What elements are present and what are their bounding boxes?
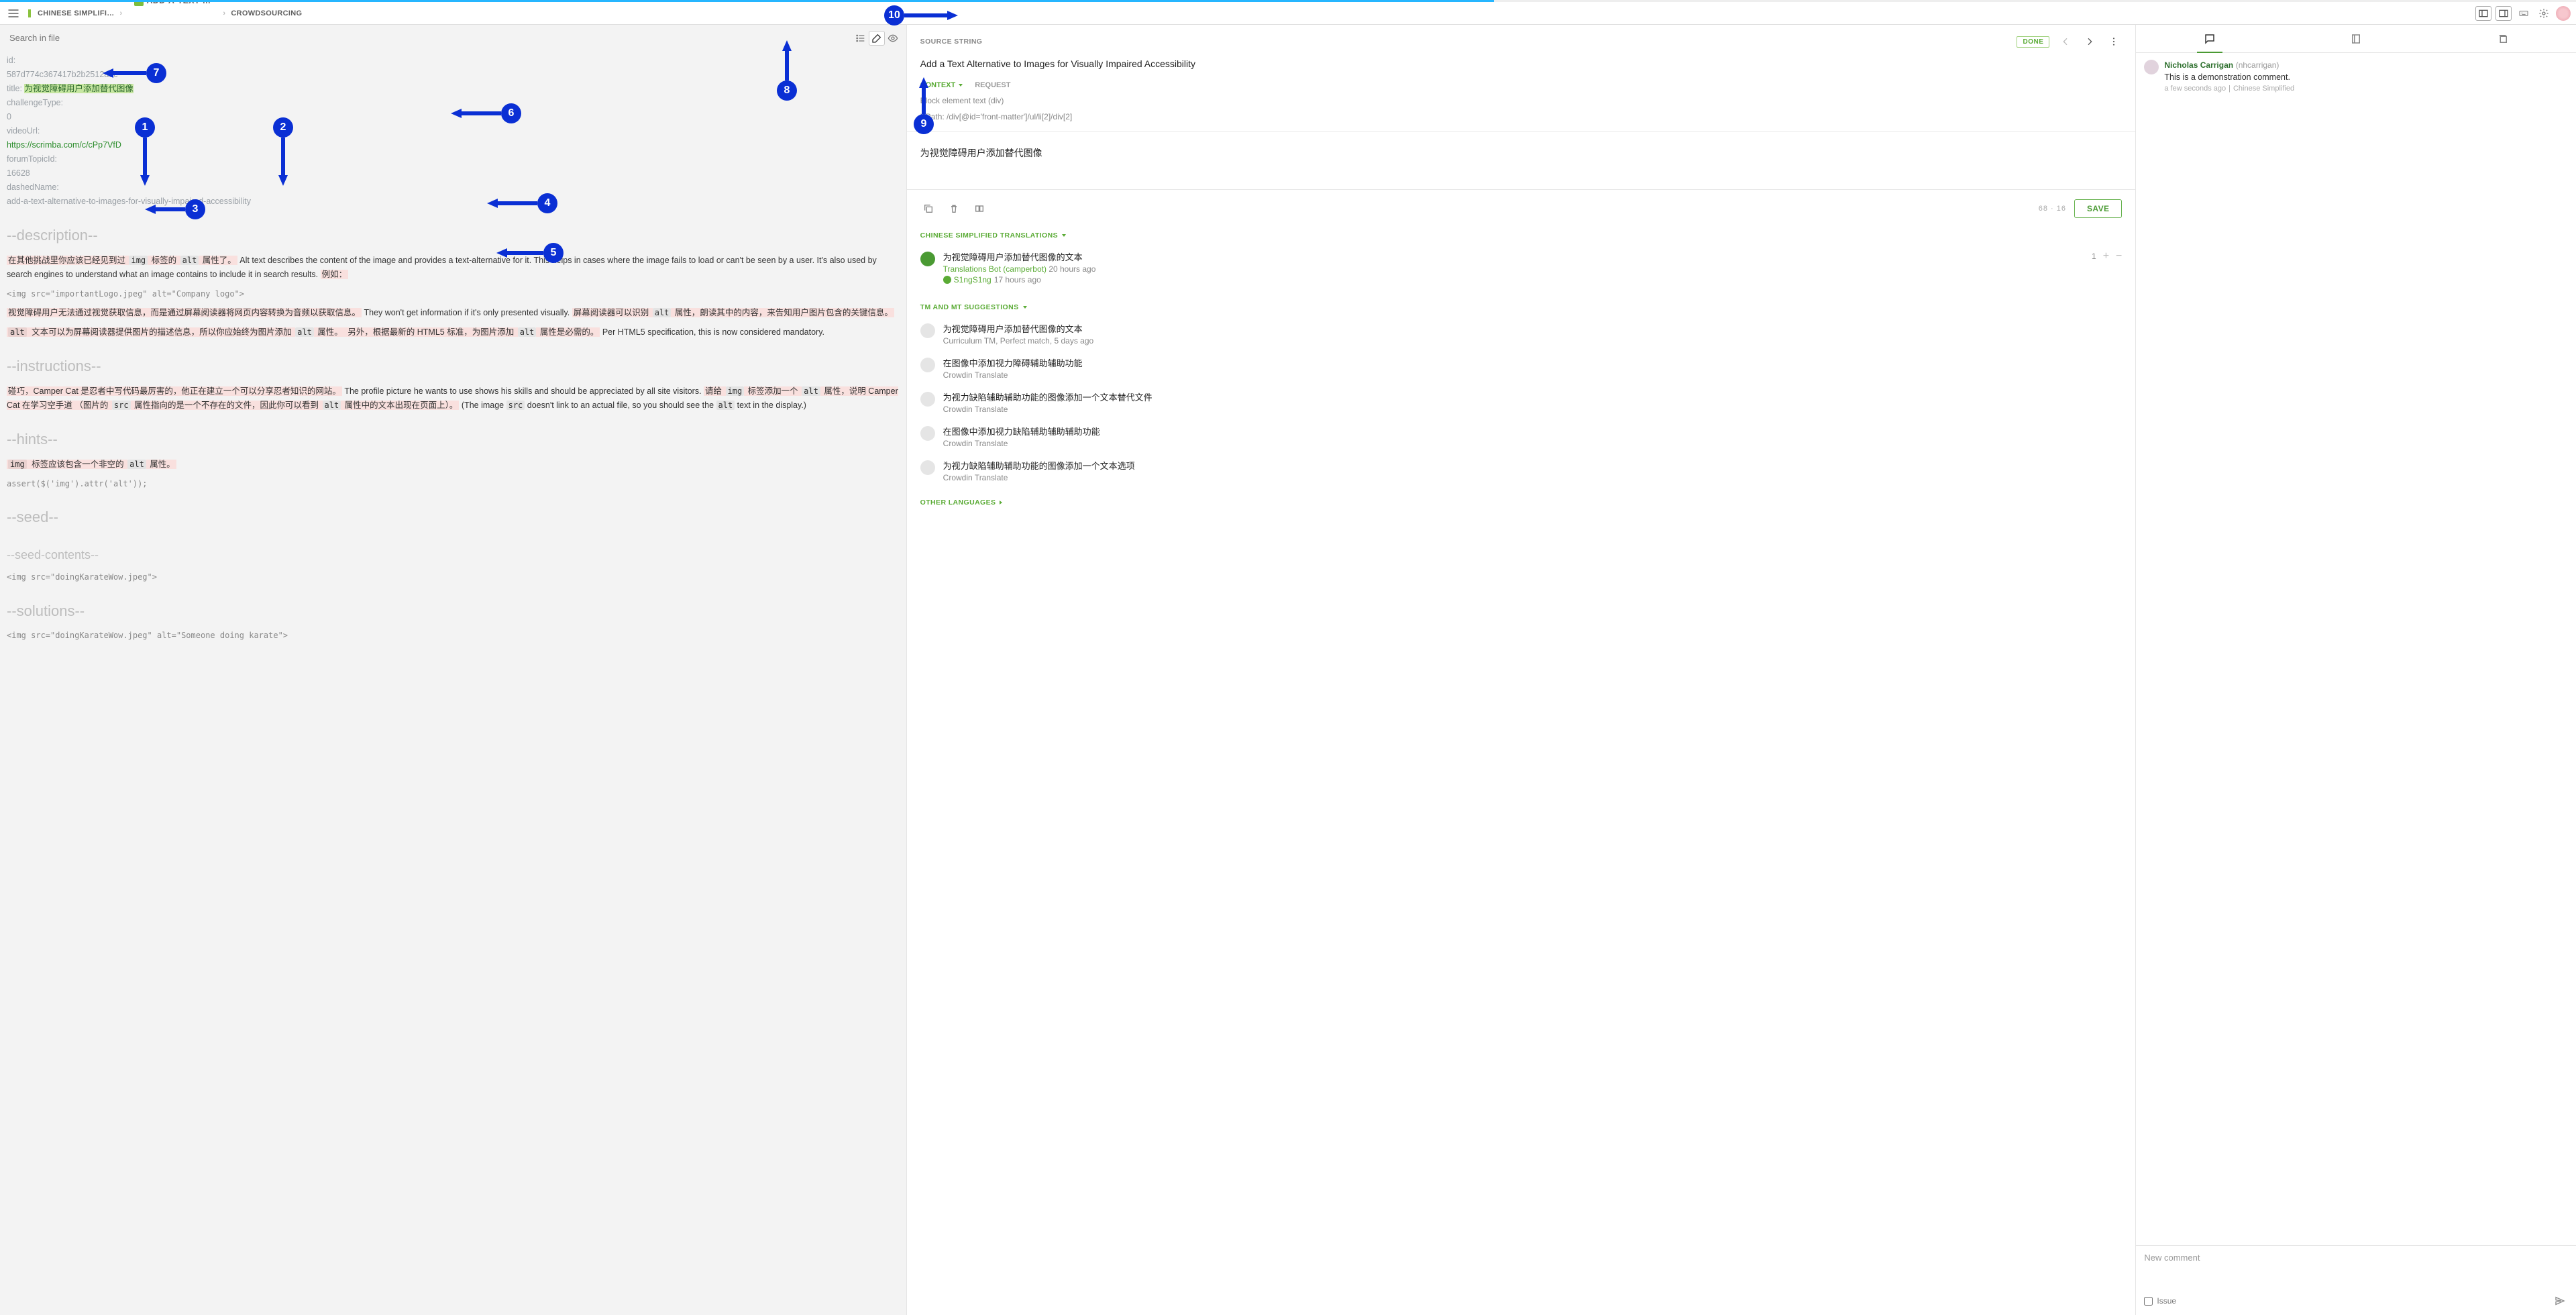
prev-string-icon[interactable] — [2057, 34, 2074, 49]
source-string-label: SOURCE STRING — [920, 38, 983, 46]
tab-comments[interactable] — [2197, 29, 2222, 52]
suggestion-entry[interactable]: 为视觉障碍用户添加替代图像的文本Curriculum TM, Perfect m… — [920, 317, 2123, 351]
list-icon[interactable] — [853, 31, 869, 46]
translation-input[interactable]: 为视觉障碍用户添加替代图像 — [920, 141, 2123, 180]
tab-terms[interactable] — [2343, 29, 2369, 52]
char-count: 68 · 16 — [2039, 205, 2066, 213]
translation-entry[interactable]: 为视觉障碍用户添加替代图像的文本 Translations Bot (campe… — [920, 245, 2123, 290]
request-link[interactable]: REQUEST — [975, 81, 1010, 89]
breadcrumb-mode[interactable]: CROWDSOURCING — [231, 9, 302, 17]
vote-down-icon[interactable]: − — [2116, 250, 2122, 262]
suggestion-entry[interactable]: 在图像中添加视力缺陷辅助辅助辅助功能Crowdin Translate — [920, 419, 2123, 454]
hamburger-icon[interactable] — [5, 6, 21, 21]
next-string-icon[interactable] — [2082, 34, 2098, 49]
left-pane: id:587d774c367417b2b2512a9c title: 为视觉障碍… — [0, 25, 907, 1315]
layout-right-icon[interactable] — [2496, 6, 2512, 21]
more-icon[interactable] — [2106, 34, 2122, 49]
layout-left-icon[interactable] — [2475, 6, 2491, 21]
issue-checkbox[interactable]: Issue — [2144, 1296, 2176, 1306]
section-solutions: --solutions-- — [7, 599, 900, 624]
suggestion-entry[interactable]: 在图像中添加视力障碍辅助辅助功能Crowdin Translate — [920, 351, 2123, 385]
selected-string[interactable]: 为视觉障碍用户添加替代图像 — [24, 84, 133, 93]
section-instructions: --instructions-- — [7, 354, 900, 379]
file-content: id:587d774c367417b2b2512a9c title: 为视觉障碍… — [0, 51, 906, 670]
status-badge: DONE — [2017, 36, 2049, 48]
suggestion-entry[interactable]: 为视力缺陷辅助辅助功能的图像添加一个文本选项Crowdin Translate — [920, 454, 2123, 488]
search-input[interactable] — [5, 29, 853, 47]
vote-up-icon[interactable]: + — [2103, 250, 2109, 262]
context-toggle[interactable]: CONTEXT — [920, 81, 963, 89]
section-seed-contents: --seed-contents-- — [7, 545, 900, 565]
copy-source-icon[interactable] — [920, 201, 936, 216]
send-icon[interactable] — [2552, 1294, 2568, 1308]
section-seed: --seed-- — [7, 505, 900, 530]
suggestion-engine-icon — [920, 323, 935, 338]
right-pane: Nicholas Carrigan (nhcarrigan) This is a… — [2135, 25, 2576, 1315]
save-button[interactable]: SAVE — [2074, 199, 2122, 218]
source-string-text: Add a Text Alternative to Images for Vis… — [920, 58, 2123, 69]
suggestion-engine-icon — [920, 460, 935, 475]
pencil-icon[interactable] — [869, 31, 885, 46]
section-description: --description-- — [7, 223, 900, 248]
gear-icon[interactable] — [2536, 6, 2552, 21]
topbar: CHINESE SIMPLIFI… › ADD-A-TEXT-… › CROWD… — [0, 2, 2576, 25]
translations-header[interactable]: CHINESE SIMPLIFIED TRANSLATIONS — [920, 231, 2123, 240]
tab-files[interactable] — [2490, 29, 2516, 52]
suggestion-engine-icon — [920, 426, 935, 441]
other-languages-header[interactable]: OTHER LANGUAGES — [920, 498, 2123, 507]
avatar[interactable] — [2556, 6, 2571, 21]
suggestion-engine-icon — [920, 392, 935, 407]
section-hints: --hints-- — [7, 427, 900, 452]
middle-pane: SOURCE STRING DONE Add a Text Alternativ… — [907, 25, 2136, 1315]
new-comment-box[interactable]: New comment Issue — [2136, 1245, 2576, 1315]
comment-entry: Nicholas Carrigan (nhcarrigan) This is a… — [2144, 60, 2568, 93]
translator-avatar — [920, 252, 935, 266]
toggle-mode-icon[interactable] — [971, 201, 987, 216]
keyboard-icon[interactable] — [2516, 6, 2532, 21]
clear-icon[interactable] — [946, 201, 962, 216]
comment-avatar — [2144, 60, 2159, 74]
eye-icon[interactable] — [885, 31, 901, 46]
breadcrumb-language[interactable]: CHINESE SIMPLIFI… — [28, 9, 115, 17]
tm-mt-header[interactable]: TM AND MT SUGGESTIONS — [920, 303, 2123, 311]
suggestion-entry[interactable]: 为视力缺陷辅助辅助功能的图像添加一个文本替代文件Crowdin Translat… — [920, 385, 2123, 419]
suggestion-engine-icon — [920, 358, 935, 372]
